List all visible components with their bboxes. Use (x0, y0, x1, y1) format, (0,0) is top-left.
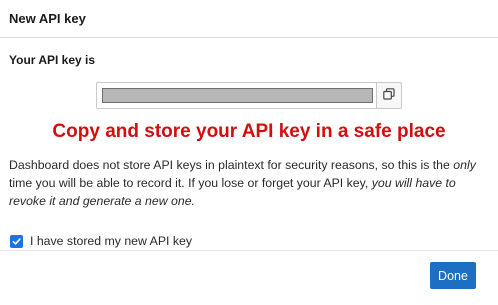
new-api-key-dialog: New API key Your API key is Copy and sto… (0, 0, 498, 305)
api-key-field[interactable] (96, 82, 377, 109)
done-button[interactable]: Done (430, 262, 476, 289)
notice-emphasis-only: only (453, 158, 476, 172)
copy-icon (383, 87, 395, 105)
footer-divider (0, 250, 498, 251)
api-key-redacted-value (102, 88, 373, 103)
dialog-header: New API key (0, 0, 498, 38)
confirm-row: I have stored my new API key (10, 234, 192, 248)
notice-text-1: Dashboard does not store API keys in pla… (9, 158, 454, 172)
confirm-checkbox[interactable] (10, 234, 23, 248)
security-notice: Dashboard does not store API keys in pla… (9, 156, 493, 210)
notice-text-2: time you will be able to record it. If y… (9, 176, 372, 190)
copy-button[interactable] (376, 82, 402, 109)
api-key-label: Your API key is (9, 53, 96, 67)
confirm-label[interactable]: I have stored my new API key (30, 234, 192, 248)
checkmark-icon (12, 237, 21, 245)
dialog-title: New API key (9, 11, 86, 26)
warning-message: Copy and store your API key in a safe pl… (52, 121, 446, 142)
